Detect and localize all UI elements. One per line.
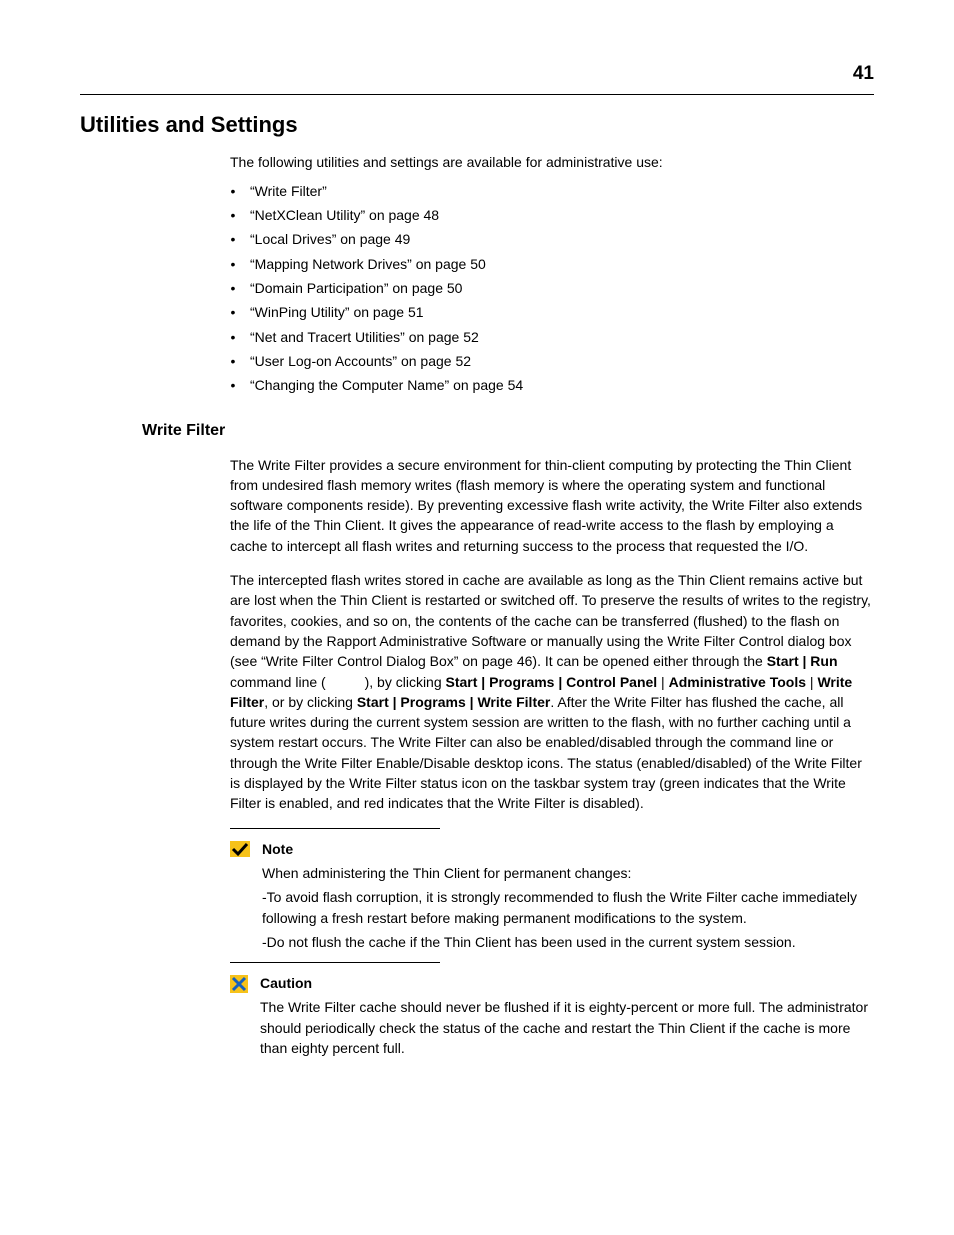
page-number: 41 bbox=[80, 60, 874, 88]
list-item: • “Domain Participation” on page 50 bbox=[230, 278, 874, 298]
note-divider bbox=[230, 828, 440, 829]
caution-content: Caution The Write Filter cache should ne… bbox=[260, 973, 874, 1062]
subsection-heading: Write Filter bbox=[142, 419, 874, 442]
paragraph: The intercepted flash writes stored in c… bbox=[230, 570, 874, 814]
note-line: When administering the Thin Client for p… bbox=[262, 863, 874, 883]
text-bold: Start | Programs | Control Panel bbox=[446, 674, 658, 690]
list-item-label: “Mapping Network Drives” on page 50 bbox=[250, 254, 486, 274]
note-content: Note When administering the Thin Client … bbox=[262, 839, 874, 956]
text-run: command line ( ), by clicking bbox=[230, 674, 446, 690]
bullet-icon: • bbox=[230, 278, 236, 298]
list-item: • “Net and Tracert Utilities” on page 52 bbox=[230, 327, 874, 347]
caution-icon bbox=[230, 975, 248, 1062]
text-run: | bbox=[806, 674, 817, 690]
body-block: The following utilities and settings are… bbox=[230, 152, 874, 395]
list-item-label: “Changing the Computer Name” on page 54 bbox=[250, 375, 523, 395]
bullet-icon: • bbox=[230, 375, 236, 395]
list-item: • “WinPing Utility” on page 51 bbox=[230, 302, 874, 322]
list-item-label: “User Log-on Accounts” on page 52 bbox=[250, 351, 471, 371]
note-divider bbox=[230, 962, 440, 963]
text-run: . After the Write Filter has flushed the… bbox=[230, 694, 862, 811]
bullet-icon: • bbox=[230, 181, 236, 201]
list-item-label: “Write Filter” bbox=[250, 181, 327, 201]
note-block: Note When administering the Thin Client … bbox=[230, 839, 874, 956]
bullet-icon: • bbox=[230, 351, 236, 371]
list-item-label: “NetXClean Utility” on page 48 bbox=[250, 205, 439, 225]
section-heading: Utilities and Settings bbox=[80, 109, 874, 141]
list-item-label: “Net and Tracert Utilities” on page 52 bbox=[250, 327, 479, 347]
note-line: -Do not flush the cache if the Thin Clie… bbox=[262, 932, 874, 952]
bullet-icon: • bbox=[230, 327, 236, 347]
list-item: • “NetXClean Utility” on page 48 bbox=[230, 205, 874, 225]
bullet-icon: • bbox=[230, 254, 236, 274]
list-item: • “Changing the Computer Name” on page 54 bbox=[230, 375, 874, 395]
subsection-body: The Write Filter provides a secure envir… bbox=[230, 455, 874, 1063]
text-bold: Start | Programs | Write Filter bbox=[357, 694, 551, 710]
list-item: • “Local Drives” on page 49 bbox=[230, 229, 874, 249]
paragraph: The Write Filter provides a secure envir… bbox=[230, 455, 874, 556]
text-bold: Start | Run bbox=[767, 653, 838, 669]
bullet-icon: • bbox=[230, 205, 236, 225]
text-bold: Administrative Tools bbox=[669, 674, 806, 690]
bullet-icon: • bbox=[230, 302, 236, 322]
list-item-label: “Domain Participation” on page 50 bbox=[250, 278, 462, 298]
caution-title: Caution bbox=[260, 973, 874, 993]
text-run: | bbox=[657, 674, 668, 690]
horizontal-rule bbox=[80, 94, 874, 95]
list-item-label: “Local Drives” on page 49 bbox=[250, 229, 410, 249]
list-item-label: “WinPing Utility” on page 51 bbox=[250, 302, 424, 322]
list-item: • “User Log-on Accounts” on page 52 bbox=[230, 351, 874, 371]
list-item: • “Mapping Network Drives” on page 50 bbox=[230, 254, 874, 274]
intro-text: The following utilities and settings are… bbox=[230, 152, 874, 172]
note-title: Note bbox=[262, 839, 874, 859]
list-item: • “Write Filter” bbox=[230, 181, 874, 201]
text-run: , or by clicking bbox=[264, 694, 357, 710]
caution-text: The Write Filter cache should never be f… bbox=[260, 997, 874, 1058]
bullet-icon: • bbox=[230, 229, 236, 249]
bullet-list: • “Write Filter” • “NetXClean Utility” on … bbox=[230, 181, 874, 396]
check-icon bbox=[230, 841, 250, 956]
note-line: -To avoid flash corruption, it is strong… bbox=[262, 887, 874, 928]
caution-block: Caution The Write Filter cache should ne… bbox=[230, 973, 874, 1062]
